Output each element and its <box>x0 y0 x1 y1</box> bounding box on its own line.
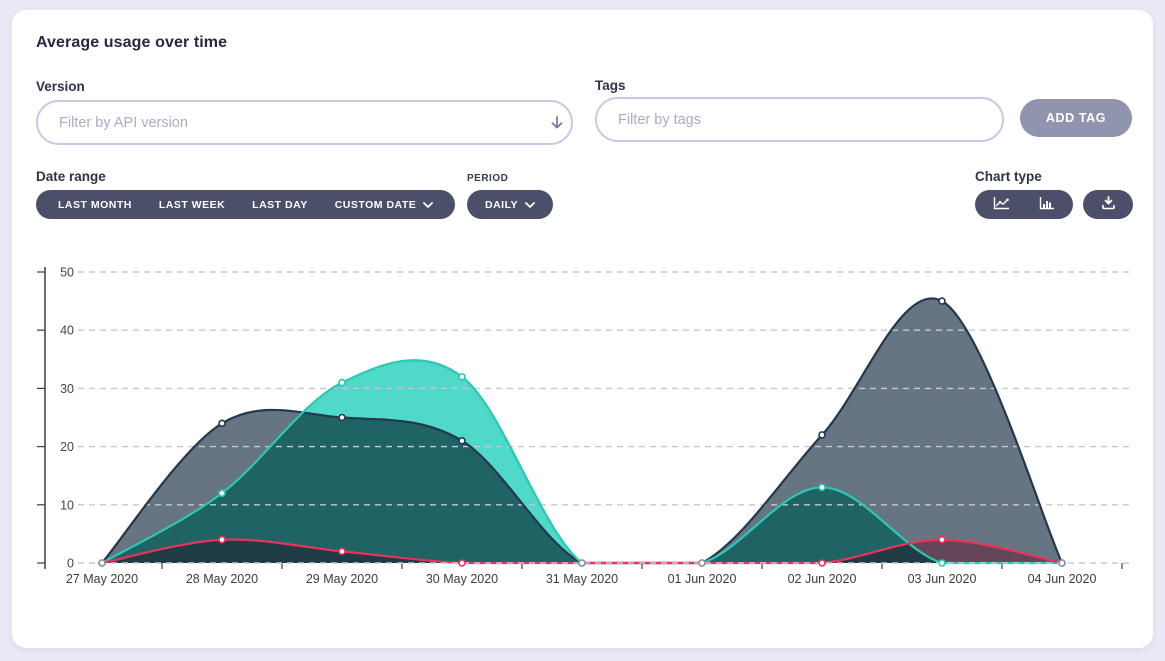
download-icon <box>1101 196 1116 213</box>
y-tick-label: 50 <box>60 266 74 280</box>
usage-chart: 0 10 20 30 40 50 27 May 2020 28 May 2020 29 May … <box>12 260 1153 605</box>
point-dark-series[interactable] <box>939 298 945 304</box>
chevron-down-icon <box>423 199 433 211</box>
point-dark-series[interactable] <box>219 420 225 426</box>
arrow-down-icon[interactable] <box>549 115 565 131</box>
last-day-button[interactable]: LAST DAY <box>252 199 308 211</box>
custom-date-button[interactable]: CUSTOM DATE <box>335 199 434 211</box>
line-chart-icon <box>993 196 1010 213</box>
usage-panel: Average usage over time Version Tags ADD… <box>12 10 1153 648</box>
point-red-series[interactable] <box>699 560 705 566</box>
point-red-series[interactable] <box>99 560 105 566</box>
point-red-series[interactable] <box>939 537 945 543</box>
version-filter-input[interactable] <box>36 100 573 145</box>
bar-chart-button[interactable] <box>1024 190 1070 219</box>
period-value: DAILY <box>485 199 518 211</box>
last-day-label: LAST DAY <box>252 199 308 211</box>
download-button[interactable] <box>1086 190 1130 219</box>
x-tick-label: 03 Jun 2020 <box>908 572 977 586</box>
period-dropdown[interactable]: DAILY <box>467 190 553 219</box>
point-teal-series[interactable] <box>219 490 225 496</box>
line-chart-button[interactable] <box>978 190 1024 219</box>
y-tick-label: 0 <box>67 557 74 571</box>
point-teal-series[interactable] <box>819 484 825 490</box>
chevron-down-icon <box>525 199 535 211</box>
date-range-label: Date range <box>36 169 106 184</box>
point-red-series[interactable] <box>219 537 225 543</box>
page-title: Average usage over time <box>36 34 227 52</box>
custom-date-label: CUSTOM DATE <box>335 199 417 211</box>
x-tick-label: 28 May 2020 <box>186 572 258 586</box>
point-dark-series[interactable] <box>819 432 825 438</box>
x-tick-label: 04 Jun 2020 <box>1028 572 1097 586</box>
point-teal-series[interactable] <box>939 560 945 566</box>
chart-type-toggle <box>975 190 1073 219</box>
tags-filter-input[interactable] <box>595 97 1004 142</box>
period-value-button[interactable]: DAILY <box>485 199 535 211</box>
point-teal-series[interactable] <box>339 380 345 386</box>
download-button-pill <box>1083 190 1133 219</box>
x-tick-label: 02 Jun 2020 <box>788 572 857 586</box>
period-label: PERIOD <box>467 173 508 184</box>
point-red-series[interactable] <box>579 560 585 566</box>
y-tick-label: 20 <box>60 440 74 454</box>
last-month-button[interactable]: LAST MONTH <box>58 199 132 211</box>
y-tick-label: 30 <box>60 382 74 396</box>
x-tick-label: 27 May 2020 <box>66 572 138 586</box>
y-tick-label: 10 <box>60 498 74 512</box>
last-month-label: LAST MONTH <box>58 199 132 211</box>
point-red-series[interactable] <box>459 560 465 566</box>
date-range-buttons: LAST MONTH LAST WEEK LAST DAY CUSTOM DAT… <box>36 190 455 219</box>
x-tick-label: 29 May 2020 <box>306 572 378 586</box>
version-label: Version <box>36 79 85 94</box>
point-red-series[interactable] <box>339 548 345 554</box>
last-week-label: LAST WEEK <box>159 199 225 211</box>
point-red-series[interactable] <box>1059 560 1065 566</box>
point-red-series[interactable] <box>819 560 825 566</box>
point-teal-series[interactable] <box>459 374 465 380</box>
chart-type-label: Chart type <box>975 169 1042 184</box>
point-dark-series[interactable] <box>339 415 345 421</box>
point-dark-series[interactable] <box>459 438 465 444</box>
x-tick-label: 01 Jun 2020 <box>668 572 737 586</box>
last-week-button[interactable]: LAST WEEK <box>159 199 225 211</box>
tags-label: Tags <box>595 78 626 93</box>
y-tick-label: 40 <box>60 324 74 338</box>
add-tag-button[interactable]: ADD TAG <box>1020 99 1132 137</box>
x-tick-label: 30 May 2020 <box>426 572 498 586</box>
x-tick-label: 31 May 2020 <box>546 572 618 586</box>
bar-chart-icon <box>1039 196 1055 213</box>
